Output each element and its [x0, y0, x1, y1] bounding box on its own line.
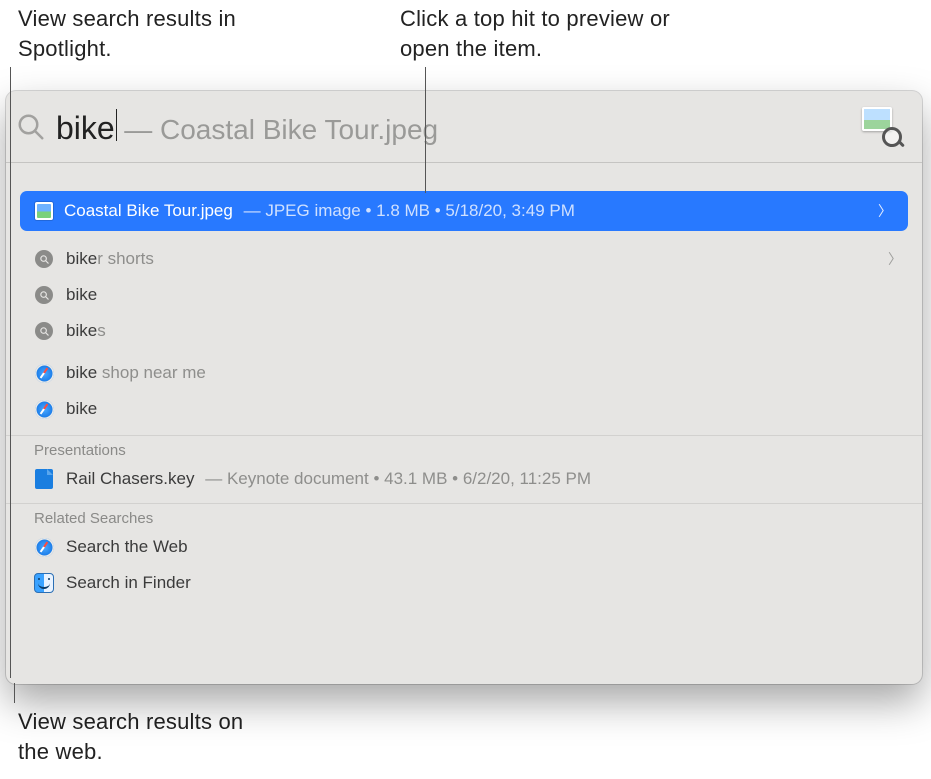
- search-suggestion-icon: [34, 249, 54, 269]
- search-suggestion-icon: [34, 321, 54, 341]
- spotlight-window: bike — Coastal Bike Tour.jpeg Coastal Bi…: [6, 91, 922, 684]
- suggestion-rest: r shorts: [97, 249, 154, 268]
- keynote-file-icon: [34, 469, 54, 489]
- file-name: Rail Chasers.key: [66, 469, 195, 488]
- image-file-icon: [34, 201, 54, 221]
- suggestion-typed: bike: [66, 399, 97, 418]
- suggestion-row[interactable]: bikes: [6, 313, 922, 349]
- related-label: Search the Web: [66, 537, 188, 557]
- callout-leader-line: [14, 683, 15, 703]
- top-hit-meta: — JPEG image • 1.8 MB • 5/18/20, 3:49 PM: [244, 201, 575, 220]
- callout-web-results: View search results on the web.: [18, 707, 278, 766]
- suggestion-typed: bike: [66, 249, 97, 268]
- suggestion-typed: bike: [66, 363, 97, 382]
- top-hit-row[interactable]: Coastal Bike Tour.jpeg — JPEG image • 1.…: [20, 191, 908, 231]
- suggestion-rest: shop near me: [97, 363, 206, 382]
- suggestion-row[interactable]: bike: [6, 277, 922, 313]
- callout-spotlight-results: View search results in Spotlight.: [18, 4, 278, 63]
- section-header-presentations: Presentations: [6, 435, 922, 461]
- top-hit-name: Coastal Bike Tour.jpeg: [64, 201, 233, 220]
- callout-top-hit: Click a top hit to preview or open the i…: [400, 4, 720, 63]
- callout-leader-line: [425, 67, 426, 193]
- text-cursor: [116, 109, 118, 141]
- preview-app-icon: [860, 105, 902, 147]
- search-icon: [16, 112, 46, 142]
- related-search-web[interactable]: Search the Web: [6, 529, 922, 565]
- related-label: Search in Finder: [66, 573, 191, 593]
- web-suggestion-row[interactable]: bike shop near me: [6, 355, 922, 391]
- presentation-row[interactable]: Rail Chasers.key — Keynote document • 43…: [6, 461, 922, 497]
- web-suggestion-row[interactable]: bike: [6, 391, 922, 427]
- chevron-right-icon: 〉: [888, 249, 904, 269]
- suggestion-rest: s: [97, 321, 106, 340]
- chevron-right-icon: 〉: [878, 201, 894, 221]
- file-meta: — Keynote document • 43.1 MB • 6/2/20, 1…: [205, 469, 591, 488]
- suggestion-typed: bike: [66, 321, 97, 340]
- results-list: Coastal Bike Tour.jpeg — JPEG image • 1.…: [6, 163, 922, 601]
- safari-icon: [34, 363, 54, 383]
- finder-icon: [34, 573, 54, 593]
- search-text: bike — Coastal Bike Tour.jpeg: [56, 107, 906, 147]
- related-search-finder[interactable]: Search in Finder: [6, 565, 922, 601]
- section-header-related: Related Searches: [6, 503, 922, 529]
- search-query: bike: [56, 110, 115, 147]
- callout-leader-line: [10, 67, 11, 678]
- suggestion-typed: bike: [66, 285, 97, 304]
- spotlight-search-field[interactable]: bike — Coastal Bike Tour.jpeg: [6, 91, 922, 163]
- search-completion: — Coastal Bike Tour.jpeg: [124, 114, 438, 146]
- safari-icon: [34, 399, 54, 419]
- safari-icon: [34, 537, 54, 557]
- suggestion-row[interactable]: biker shorts 〉: [6, 241, 922, 277]
- search-suggestion-icon: [34, 285, 54, 305]
